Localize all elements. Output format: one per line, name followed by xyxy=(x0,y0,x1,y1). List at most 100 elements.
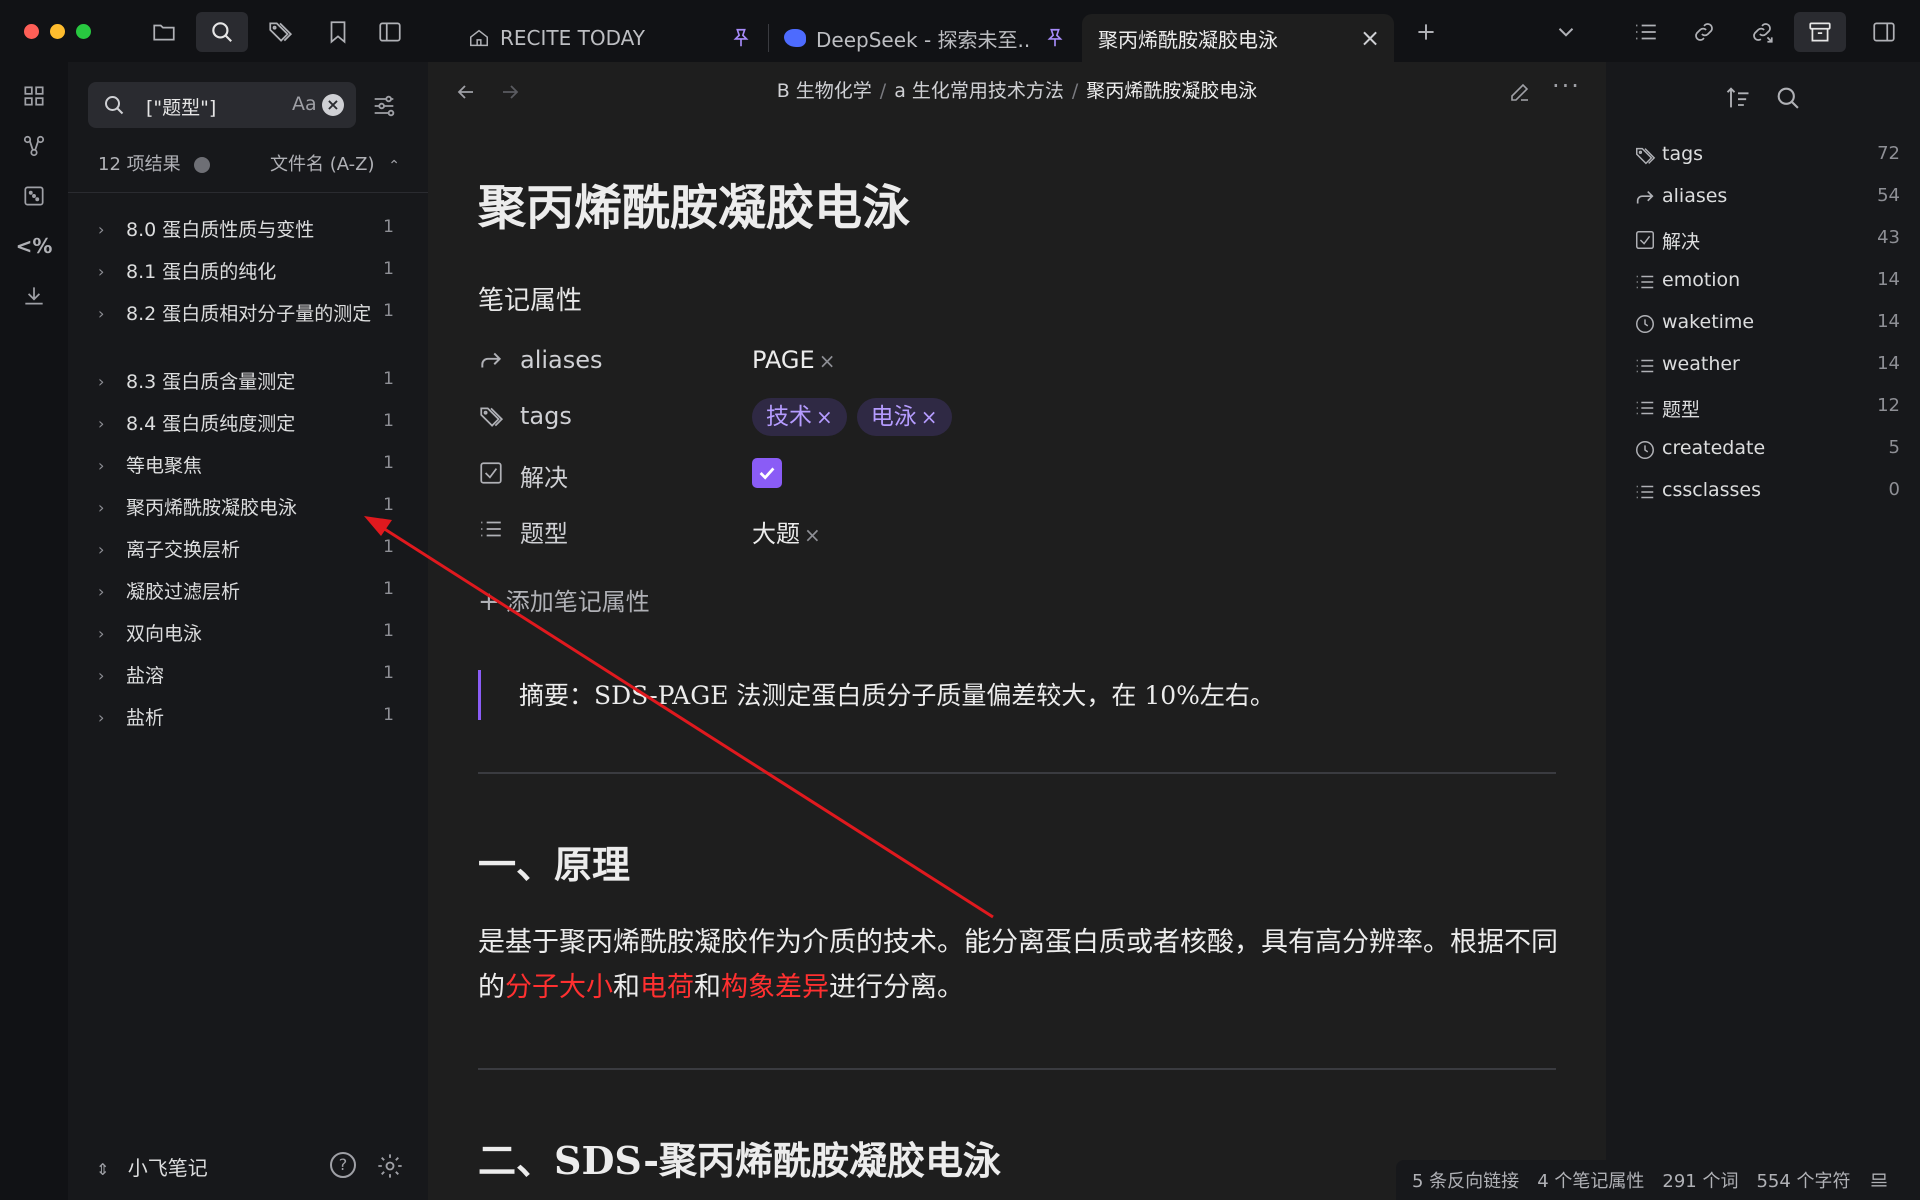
chevron-right-icon[interactable]: › xyxy=(98,708,112,727)
property-solved: 解决 xyxy=(478,452,1378,496)
property-name: cssclasses xyxy=(1662,479,1761,501)
property-count: 14 xyxy=(1877,353,1900,374)
remove-tag-icon[interactable]: × xyxy=(816,405,833,429)
property-key[interactable]: 题型 xyxy=(520,514,568,549)
chevron-right-icon[interactable]: › xyxy=(98,456,112,475)
toggle-right-sidebar-icon[interactable] xyxy=(1858,12,1910,52)
property-aliases: aliases PAGE × xyxy=(478,340,1378,384)
close-tab-icon[interactable]: × xyxy=(1360,24,1380,52)
remove-value-icon[interactable]: × xyxy=(804,523,821,547)
bookmark-icon[interactable] xyxy=(312,12,364,52)
maximize-window-button[interactable] xyxy=(76,24,91,39)
search-icon[interactable] xyxy=(1774,84,1802,112)
toggle-left-sidebar-icon[interactable] xyxy=(364,12,416,52)
property-list-item[interactable]: tags 72 xyxy=(1634,143,1900,173)
property-list-item[interactable]: cssclasses 0 xyxy=(1634,479,1900,509)
clear-search-icon[interactable]: × xyxy=(322,94,344,116)
search-settings-icon[interactable] xyxy=(370,92,398,120)
settings-gear-icon[interactable] xyxy=(376,1152,404,1180)
chevron-right-icon[interactable]: › xyxy=(98,262,112,281)
tag-pill[interactable]: 技术 × xyxy=(752,398,847,436)
pin-icon[interactable] xyxy=(730,27,752,49)
result-count-text: 12 项结果 xyxy=(98,154,181,175)
status-backlinks[interactable]: 5 条反向链接 xyxy=(1412,1167,1519,1193)
tag-pill[interactable]: 电泳 × xyxy=(856,398,952,436)
chevron-right-icon[interactable]: › xyxy=(98,624,112,643)
property-value[interactable]: PAGE × xyxy=(752,346,835,374)
result-count: 1 xyxy=(383,495,394,515)
app-window: RECITE TODAY DeepSeek - 探索未至... 聚丙烯酰胺凝胶电… xyxy=(0,0,1920,1200)
remove-value-icon[interactable]: × xyxy=(819,349,836,373)
property-list-item[interactable]: aliases 54 xyxy=(1634,185,1900,215)
breadcrumb-item[interactable]: a 生化常用技术方法 xyxy=(894,80,1064,102)
status-menu-icon[interactable] xyxy=(1869,1170,1889,1190)
property-list-item[interactable]: createdate 5 xyxy=(1634,437,1900,467)
download-icon[interactable] xyxy=(14,276,54,316)
para-text: 和 xyxy=(613,972,640,1003)
random-note-icon[interactable] xyxy=(14,176,54,216)
sort-icon[interactable] xyxy=(1724,84,1752,112)
new-tab-icon[interactable] xyxy=(1400,12,1452,52)
property-key[interactable]: aliases xyxy=(520,346,603,374)
result-title: 聚丙烯酰胺凝胶电泳 xyxy=(126,497,298,519)
outgoing-links-icon[interactable] xyxy=(1736,12,1788,52)
note-title[interactable]: 聚丙烯酰胺凝胶电泳 xyxy=(478,168,910,238)
property-key[interactable]: tags xyxy=(520,402,572,430)
search-icon[interactable] xyxy=(196,12,248,52)
status-properties[interactable]: 4 个笔记属性 xyxy=(1537,1167,1644,1193)
breadcrumb-item[interactable]: B 生物化学 xyxy=(777,80,872,102)
tab-deepseek[interactable]: DeepSeek - 探索未至... xyxy=(774,14,1074,62)
add-property-button[interactable]: + 添加笔记属性 xyxy=(478,582,650,617)
outline-icon[interactable] xyxy=(1620,12,1672,52)
backlinks-icon[interactable] xyxy=(1678,12,1730,52)
chevron-right-icon[interactable]: › xyxy=(98,666,112,685)
property-list-item[interactable]: weather 14 xyxy=(1634,353,1900,383)
dashboard-icon[interactable] xyxy=(14,76,54,116)
close-window-button[interactable] xyxy=(24,24,39,39)
chevron-right-icon[interactable]: › xyxy=(98,582,112,601)
more-options-icon[interactable]: ··· xyxy=(1552,72,1581,100)
tab-label: 聚丙烯酰胺凝胶电泳 xyxy=(1098,27,1278,52)
templater-icon[interactable]: <% xyxy=(14,226,54,266)
solved-checkbox[interactable] xyxy=(752,458,782,488)
file-explorer-icon[interactable] xyxy=(138,12,190,52)
edit-pencil-icon[interactable] xyxy=(1508,80,1532,104)
horizontal-rule xyxy=(478,1068,1556,1070)
chevron-right-icon[interactable]: › xyxy=(98,414,112,433)
chevron-right-icon[interactable]: › xyxy=(98,540,112,559)
pin-icon[interactable] xyxy=(1044,27,1066,49)
match-case-toggle[interactable]: Aa xyxy=(292,93,317,115)
tags-icon[interactable] xyxy=(254,12,306,52)
more-options-icon[interactable] xyxy=(194,157,211,173)
chevron-right-icon[interactable]: › xyxy=(98,304,112,323)
breadcrumb-separator: / xyxy=(879,80,887,102)
tab-list-chevron-icon[interactable] xyxy=(1540,12,1592,52)
chevron-right-icon[interactable]: › xyxy=(98,220,112,239)
add-property-label: 添加笔记属性 xyxy=(505,588,650,616)
tab-recite-today[interactable]: RECITE TODAY xyxy=(452,14,752,62)
graph-view-icon[interactable] xyxy=(14,126,54,166)
property-value[interactable]: 技术 × 电泳 × xyxy=(752,398,962,440)
all-properties-icon[interactable] xyxy=(1794,12,1846,52)
property-list-item[interactable]: 题型 12 xyxy=(1634,395,1900,425)
property-count: 14 xyxy=(1877,311,1900,332)
para-text: 和 xyxy=(694,972,721,1003)
property-list-item[interactable]: emotion 14 xyxy=(1634,269,1900,299)
checkbox-icon xyxy=(1636,231,1654,249)
vault-switcher[interactable]: ⇕ 小飞笔记 xyxy=(96,1152,208,1181)
property-list-item[interactable]: 解决 43 xyxy=(1634,227,1900,257)
tab-separator xyxy=(768,24,769,52)
property-key[interactable]: 解决 xyxy=(520,458,568,493)
tag-label: 电泳 xyxy=(870,404,917,430)
minimize-window-button[interactable] xyxy=(50,24,65,39)
help-icon[interactable]: ? xyxy=(330,1152,356,1178)
tab-active-note[interactable]: 聚丙烯酰胺凝胶电泳 × xyxy=(1082,14,1394,62)
search-input[interactable]: ["题型"] Aa × xyxy=(88,82,356,128)
remove-tag-icon[interactable]: × xyxy=(921,405,938,429)
property-value[interactable]: 大题 × xyxy=(752,514,821,549)
chevron-right-icon[interactable]: › xyxy=(98,498,112,517)
sort-dropdown[interactable]: 文件名 (A-Z) ⌃ xyxy=(270,150,400,176)
chevron-right-icon[interactable]: › xyxy=(98,372,112,391)
property-list-item[interactable]: waketime 14 xyxy=(1634,311,1900,341)
editor-pane: B 生物化学 / a 生化常用技术方法 / 聚丙烯酰胺凝胶电泳 ··· 聚丙烯酰胺凝胶电… xyxy=(428,62,1606,1200)
